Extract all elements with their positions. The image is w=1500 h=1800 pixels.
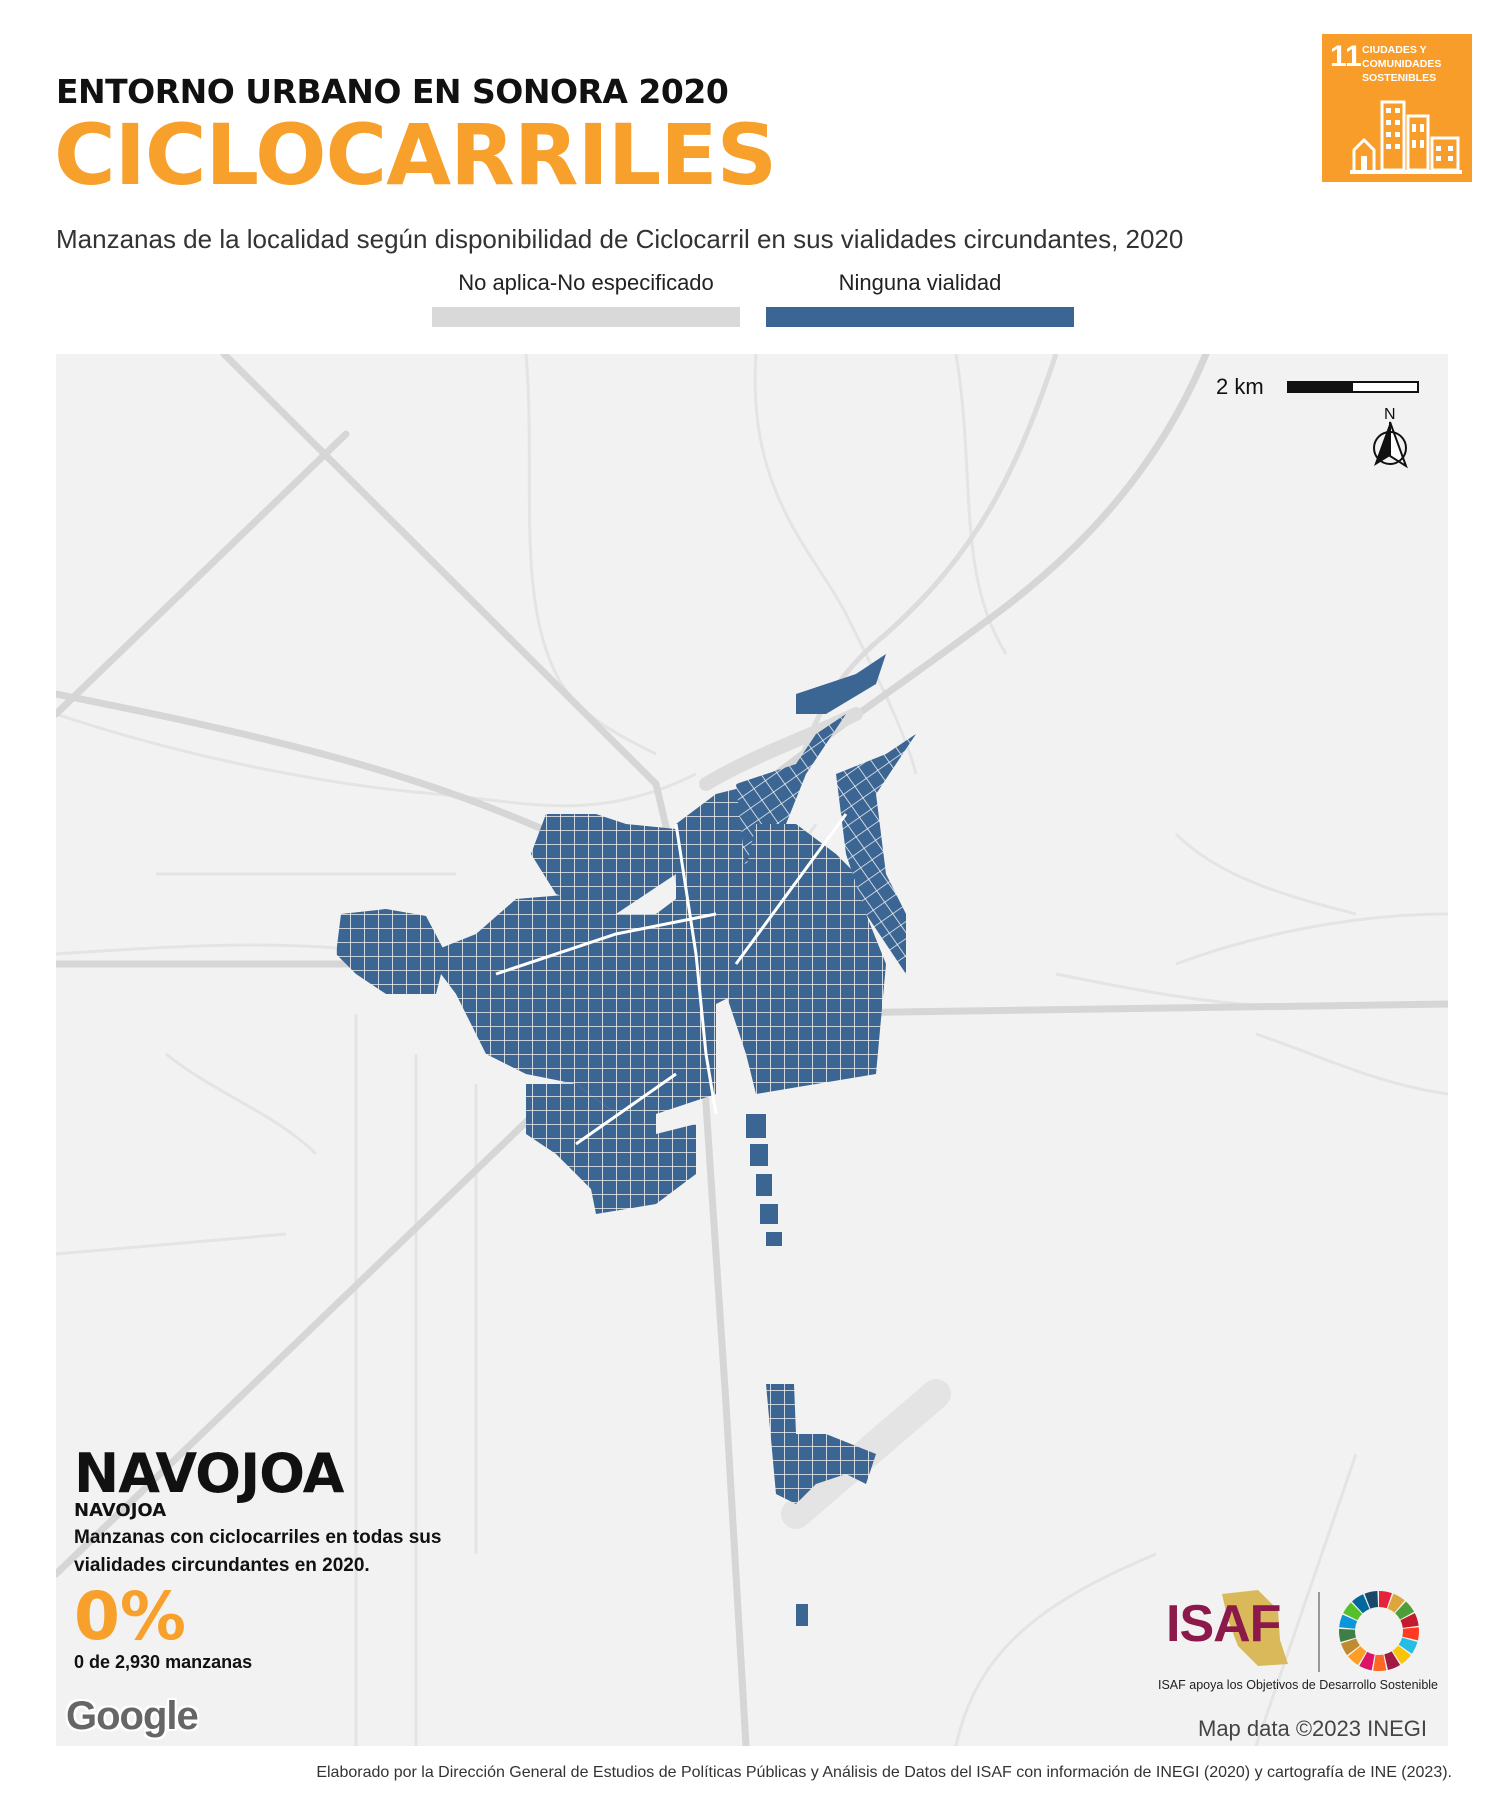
scale-bar: [1287, 381, 1419, 393]
north-arrow-icon: [1373, 421, 1408, 469]
municipality-name: NAVOJOA: [74, 1442, 344, 1505]
sdg-label: CIUDADES Y COMUNIDADES SOSTENIBLES: [1362, 44, 1442, 84]
map-attribution: Map data ©2023 INEGI: [1198, 1716, 1428, 1741]
sdg-number: 11: [1330, 40, 1362, 73]
legend-label-no-aplica: No aplica-No especificado: [458, 270, 714, 295]
north-label: N: [1384, 406, 1396, 423]
city-buildings-icon: [1350, 100, 1462, 174]
sdg-wheel-segment: [1373, 1654, 1387, 1671]
legend-label-ninguna: Ninguna vialidad: [838, 270, 1002, 295]
legend-swatch-no-aplica: [432, 307, 740, 327]
isaf-tagline: ISAF apoya los Objetivos de Desarrollo S…: [1158, 1678, 1439, 1692]
logo-divider: [1318, 1592, 1320, 1672]
manzanas-west-wing: [336, 909, 446, 994]
page-title: CICLOCARRILES: [54, 106, 777, 204]
sdg-wheel-icon: [1339, 1591, 1419, 1671]
isaf-logo: ISAF: [1166, 1595, 1281, 1653]
footer-credit: Elaborado por la Dirección General de Es…: [316, 1764, 1452, 1781]
indicator-percentage: 0%: [74, 1578, 187, 1655]
sdg-11-badge: 11 CIUDADES Y COMUNIDADES SOSTENIBLES: [1322, 34, 1472, 182]
legend-swatch-ninguna: [766, 307, 1074, 327]
scale-label: 2 km: [1216, 374, 1264, 399]
locality-name: NAVOJOA: [74, 1500, 167, 1521]
google-logo: Google: [66, 1694, 199, 1738]
indicator-description: Manzanas con ciclocarriles en todas sus …: [74, 1527, 442, 1576]
map-subtitle: Manzanas de la localidad según disponibi…: [56, 224, 1184, 254]
indicator-count: 0 de 2,930 manzanas: [74, 1652, 253, 1672]
